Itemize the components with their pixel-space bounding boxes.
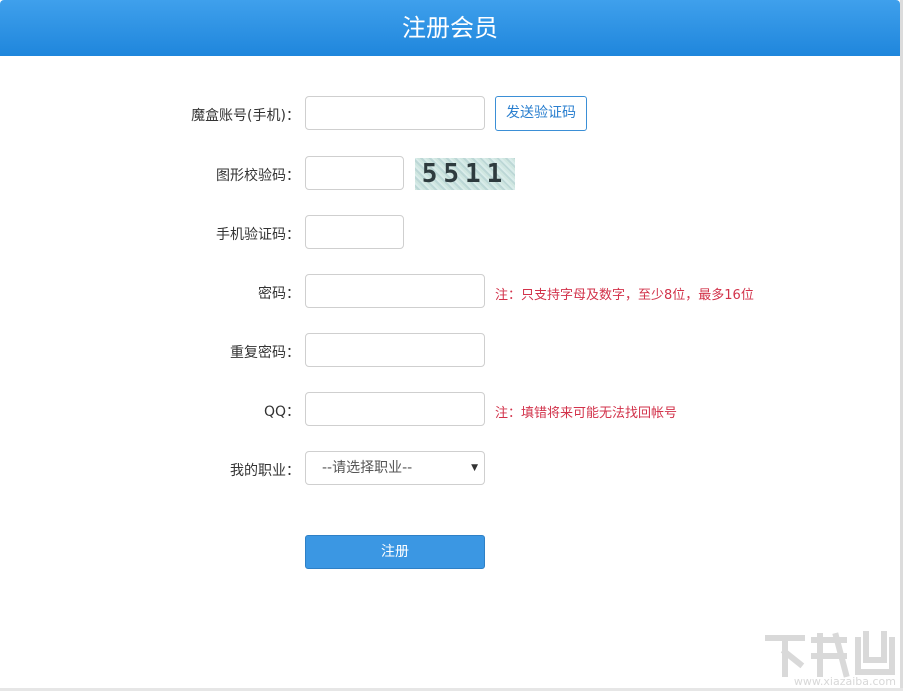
job-select-value: --请选择职业-- (322, 460, 413, 476)
page-title: 注册会员 (402, 14, 498, 42)
password-note: 注：只支持字母及数字，至少8位，最多16位 (495, 288, 754, 303)
job-label: 我的职业： (230, 463, 300, 479)
repeat-password-input[interactable] (305, 333, 485, 367)
qq-note: 注：填错将来可能无法找回帐号 (495, 406, 678, 421)
captcha-image[interactable]: 5511 (415, 158, 515, 190)
watermark-text: www.xiazaiba.com (793, 675, 896, 688)
watermark-logo: www.xiazaiba.com (762, 630, 900, 690)
page-header: 注册会员 (0, 0, 900, 56)
qq-label: QQ： (263, 404, 300, 420)
account-input[interactable] (305, 96, 485, 130)
job-select[interactable]: --请选择职业-- ▼ (305, 451, 485, 485)
account-label: 魔盒账号(手机)： (191, 108, 300, 124)
sms-code-input[interactable] (305, 215, 404, 249)
password-label: 密码： (258, 286, 300, 302)
captcha-text: 5511 (421, 159, 509, 189)
send-code-button[interactable]: 发送验证码 (495, 96, 587, 131)
captcha-input[interactable] (305, 156, 404, 190)
qq-input[interactable] (305, 392, 485, 426)
register-button[interactable]: 注册 (305, 535, 485, 569)
sms-code-label: 手机验证码： (216, 227, 300, 243)
chevron-down-icon: ▼ (471, 463, 478, 473)
password-input[interactable] (305, 274, 485, 308)
captcha-label: 图形校验码： (216, 168, 300, 184)
repeat-password-label: 重复密码： (230, 345, 300, 361)
watermark-icon (765, 631, 895, 678)
